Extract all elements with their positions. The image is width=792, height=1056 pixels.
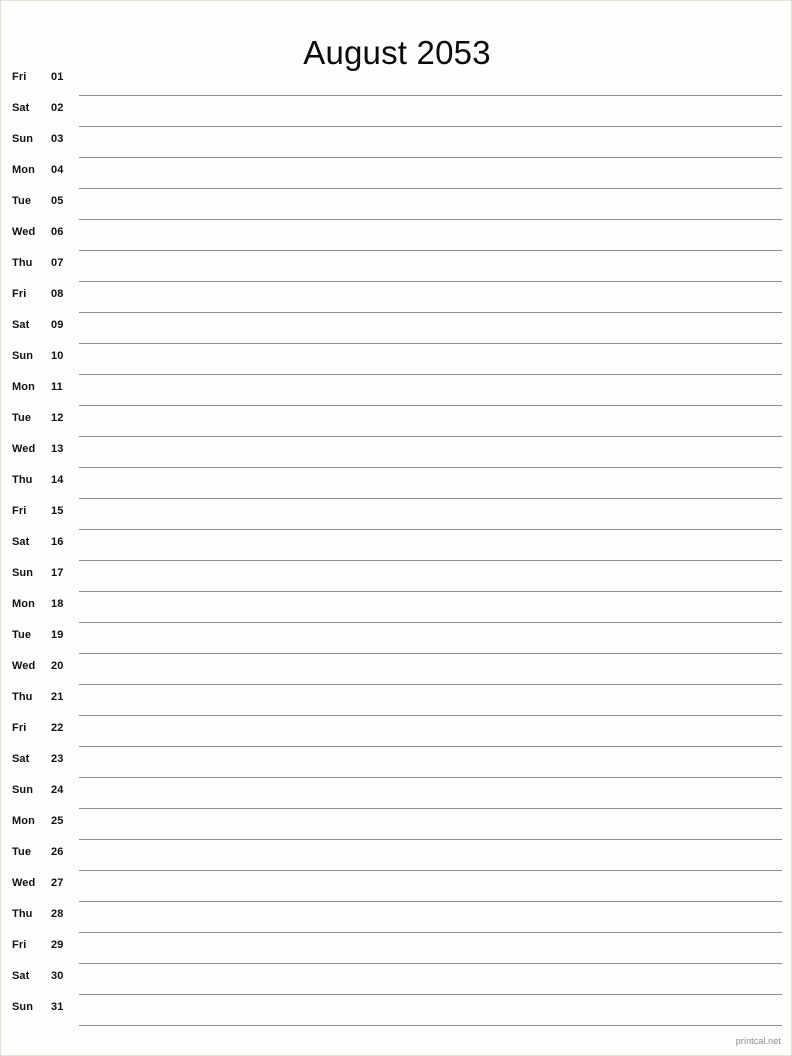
day-of-week-label: Fri (12, 288, 27, 300)
day-of-week-label: Thu (12, 474, 33, 486)
day-of-week-label: Fri (12, 505, 27, 517)
day-row[interactable]: Fri 15 (1, 499, 791, 530)
day-of-week-label: Wed (12, 443, 36, 455)
day-row[interactable]: Sun 03 (1, 127, 791, 158)
day-of-week-label: Fri (12, 722, 27, 734)
day-row[interactable]: Thu 14 (1, 468, 791, 499)
day-of-week-label: Wed (12, 660, 36, 672)
day-number-label: 07 (51, 257, 64, 269)
day-of-week-label: Mon (12, 381, 35, 393)
day-row[interactable]: Sat 16 (1, 530, 791, 561)
day-row[interactable]: Thu 21 (1, 685, 791, 716)
day-row[interactable]: Mon 18 (1, 592, 791, 623)
day-row[interactable]: Sat 23 (1, 747, 791, 778)
day-number-label: 22 (51, 722, 64, 734)
day-of-week-label: Wed (12, 877, 36, 889)
day-number-label: 27 (51, 877, 64, 889)
day-number-label: 17 (51, 567, 64, 579)
day-number-label: 03 (51, 133, 64, 145)
day-of-week-label: Sat (12, 753, 30, 765)
day-of-week-label: Tue (12, 412, 32, 424)
day-of-week-label: Sat (12, 102, 30, 114)
day-row[interactable]: Fri 08 (1, 282, 791, 313)
day-number-label: 26 (51, 846, 64, 858)
day-number-label: 09 (51, 319, 64, 331)
day-number-label: 20 (51, 660, 64, 672)
day-number-label: 21 (51, 691, 64, 703)
day-number-label: 11 (51, 381, 63, 393)
day-row[interactable]: Sun 31 (1, 995, 791, 1026)
day-number-label: 14 (51, 474, 64, 486)
day-of-week-label: Mon (12, 815, 35, 827)
day-number-label: 15 (51, 505, 64, 517)
day-row[interactable]: Thu 07 (1, 251, 791, 282)
day-row[interactable]: Tue 12 (1, 406, 791, 437)
day-row[interactable]: Wed 27 (1, 871, 791, 902)
day-of-week-label: Sat (12, 319, 30, 331)
day-row[interactable]: Tue 19 (1, 623, 791, 654)
day-number-label: 08 (51, 288, 64, 300)
day-of-week-label: Fri (12, 71, 27, 83)
day-row[interactable]: Fri 22 (1, 716, 791, 747)
day-row[interactable]: Tue 05 (1, 189, 791, 220)
day-row[interactable]: Wed 13 (1, 437, 791, 468)
day-row[interactable]: Mon 11 (1, 375, 791, 406)
day-number-label: 30 (51, 970, 64, 982)
day-of-week-label: Mon (12, 598, 35, 610)
day-number-label: 01 (51, 71, 64, 83)
day-of-week-label: Sun (12, 133, 34, 145)
day-of-week-label: Sun (12, 350, 34, 362)
day-row[interactable]: Wed 06 (1, 220, 791, 251)
day-row[interactable]: Sun 10 (1, 344, 791, 375)
day-number-label: 25 (51, 815, 64, 827)
day-number-label: 12 (51, 412, 64, 424)
day-number-label: 04 (51, 164, 64, 176)
day-number-label: 05 (51, 195, 64, 207)
day-row[interactable]: Sat 09 (1, 313, 791, 344)
day-number-label: 28 (51, 908, 64, 920)
day-number-label: 02 (51, 102, 64, 114)
day-row[interactable]: Sat 30 (1, 964, 791, 995)
day-of-week-label: Tue (12, 846, 32, 858)
day-row[interactable]: Wed 20 (1, 654, 791, 685)
day-row[interactable]: Tue 26 (1, 840, 791, 871)
day-number-label: 06 (51, 226, 64, 238)
day-of-week-label: Sun (12, 567, 34, 579)
day-of-week-label: Fri (12, 939, 27, 951)
day-row-list: Fri 01 Sat 02 Sun 03 Mon 04 Tue 05 Wed 06 Thu 07 Fri 08… (1, 65, 791, 1026)
calendar-page: August 2053 Fri 01 Sat 02 Sun 03 Mon 04 Tue 05 Wed… (0, 0, 792, 1056)
day-of-week-label: Sun (12, 1001, 34, 1013)
day-number-label: 29 (51, 939, 64, 951)
note-writing-line[interactable] (79, 1025, 782, 1026)
day-of-week-label: Thu (12, 908, 33, 920)
footer-credit: printcal.net (735, 1036, 781, 1046)
day-number-label: 10 (51, 350, 64, 362)
day-row[interactable]: Sun 24 (1, 778, 791, 809)
day-of-week-label: Thu (12, 691, 33, 703)
day-number-label: 23 (51, 753, 64, 765)
day-row[interactable]: Fri 29 (1, 933, 791, 964)
day-number-label: 24 (51, 784, 64, 796)
day-number-label: 13 (51, 443, 64, 455)
day-row[interactable]: Sat 02 (1, 96, 791, 127)
day-of-week-label: Tue (12, 195, 32, 207)
day-number-label: 19 (51, 629, 64, 641)
day-row[interactable]: Sun 17 (1, 561, 791, 592)
day-of-week-label: Sun (12, 784, 34, 796)
day-row[interactable]: Fri 01 (1, 65, 791, 96)
day-of-week-label: Sat (12, 970, 30, 982)
day-number-label: 31 (51, 1001, 64, 1013)
day-of-week-label: Mon (12, 164, 35, 176)
day-of-week-label: Wed (12, 226, 36, 238)
day-of-week-label: Tue (12, 629, 32, 641)
day-row[interactable]: Mon 25 (1, 809, 791, 840)
day-of-week-label: Thu (12, 257, 33, 269)
day-number-label: 18 (51, 598, 64, 610)
day-of-week-label: Sat (12, 536, 30, 548)
day-row[interactable]: Thu 28 (1, 902, 791, 933)
day-number-label: 16 (51, 536, 64, 548)
day-row[interactable]: Mon 04 (1, 158, 791, 189)
